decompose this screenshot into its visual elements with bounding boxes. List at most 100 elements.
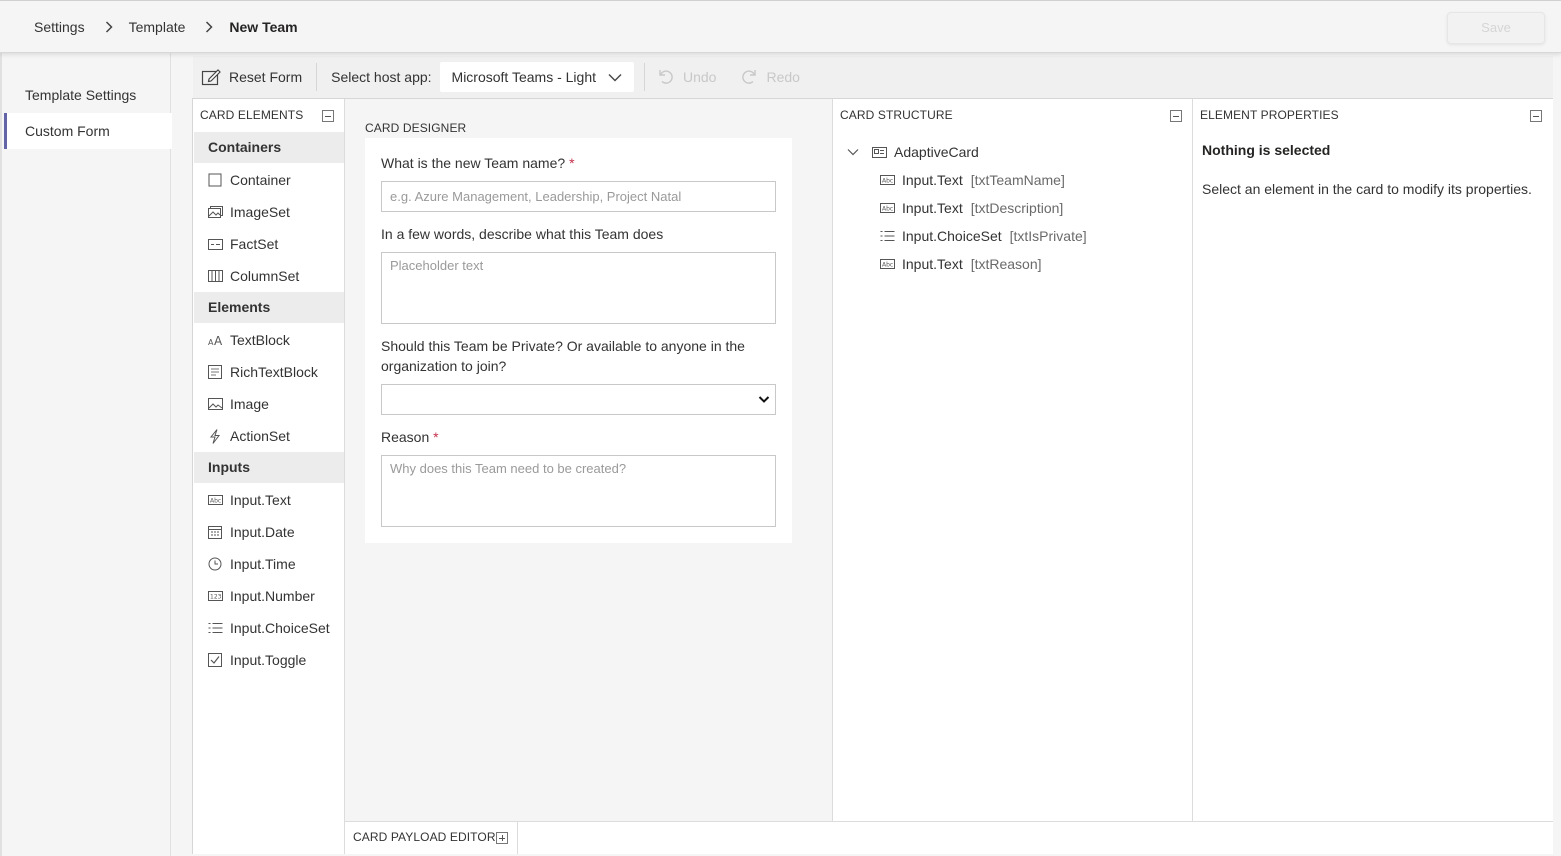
collapse-icon[interactable]: [1530, 110, 1542, 122]
tree-node-type: Input.Text: [902, 172, 963, 188]
palette-item-input-text[interactable]: Abc Input.Text: [207, 485, 291, 515]
chevron-down-icon: [758, 396, 770, 403]
tree-node[interactable]: Input.ChoiceSet [txtIsPrivate]: [879, 225, 1087, 247]
lightning-icon: [207, 428, 223, 444]
redo-button[interactable]: Redo: [728, 68, 811, 86]
palette-label: Input.Number: [230, 588, 315, 604]
palette-item-columnset[interactable]: ColumnSet: [207, 261, 299, 291]
palette-item-input-number[interactable]: 123 Input.Number: [207, 581, 315, 611]
undo-button[interactable]: Undo: [645, 68, 728, 86]
redo-label: Redo: [766, 69, 800, 85]
breadcrumb: Settings Template New Team: [34, 19, 298, 35]
description-textarea[interactable]: Placeholder text: [381, 252, 776, 324]
team-name-input[interactable]: e.g. Azure Management, Leadership, Proje…: [381, 181, 776, 212]
required-marker: *: [433, 429, 439, 445]
nav-item-template-settings[interactable]: Template Settings: [4, 77, 172, 113]
tree-node-id: [txtDescription]: [970, 200, 1064, 216]
palette-item-input-choiceset[interactable]: Input.ChoiceSet: [207, 613, 330, 643]
chevron-down-icon: [847, 149, 859, 156]
palette-item-input-toggle[interactable]: Input.Toggle: [207, 645, 306, 675]
breadcrumb-current: New Team: [229, 19, 298, 35]
edit-form-icon: [201, 69, 221, 86]
columnset-icon: [207, 268, 223, 284]
team-name-label: What is the new Team name? *: [381, 153, 575, 173]
save-button[interactable]: Save: [1447, 12, 1545, 44]
breadcrumb-template[interactable]: Template: [129, 19, 186, 35]
payload-editor-title: CARD PAYLOAD EDITOR: [353, 830, 496, 844]
palette-label: Input.ChoiceSet: [230, 620, 330, 636]
adaptivecard-icon: [871, 144, 887, 160]
host-app-select[interactable]: Microsoft Teams - Light: [439, 62, 634, 92]
tree-node[interactable]: Abc Input.Text [txtDescription]: [879, 197, 1063, 219]
palette-item-factset[interactable]: FactSet: [207, 229, 278, 259]
adaptive-card-preview: What is the new Team name? * e.g. Azure …: [365, 138, 792, 543]
palette-label: FactSet: [230, 236, 279, 252]
description-placeholder: Placeholder text: [390, 258, 484, 273]
palette-item-textblock[interactable]: AA TextBlock: [207, 325, 290, 355]
properties-hint: Select an element in the card to modify …: [1202, 181, 1532, 197]
svg-text:Abc: Abc: [882, 178, 893, 185]
breadcrumb-settings[interactable]: Settings: [34, 19, 85, 35]
group-elements: Elements: [194, 292, 344, 323]
reset-form-button[interactable]: Reset Form: [193, 56, 316, 98]
richtextblock-icon: [207, 364, 223, 380]
nav-item-custom-form[interactable]: Custom Form: [4, 113, 172, 149]
reason-placeholder: Why does this Team need to be created?: [390, 461, 627, 476]
collapse-icon[interactable]: [322, 110, 334, 122]
palette-label: ActionSet: [230, 428, 290, 444]
tree-node[interactable]: Abc Input.Text [txtReason]: [879, 253, 1042, 275]
tree-node-id: [txtTeamName]: [970, 172, 1065, 188]
input-number-icon: 123: [207, 588, 223, 604]
palette-item-richtextblock[interactable]: RichTextBlock: [207, 357, 318, 387]
card-elements-panel: CARD ELEMENTS Containers Container Image…: [193, 99, 345, 854]
palette-item-input-date[interactable]: Input.Date: [207, 517, 295, 547]
card-structure-panel: CARD STRUCTURE AdaptiveCard Abc Input.Te…: [833, 99, 1193, 821]
palette-item-imageset[interactable]: ImageSet: [207, 197, 290, 227]
palette-item-container[interactable]: Container: [207, 165, 291, 195]
tree-node[interactable]: Abc Input.Text [txtTeamName]: [879, 169, 1065, 191]
input-text-icon: Abc: [879, 200, 895, 216]
factset-icon: [207, 236, 223, 252]
team-name-label-text: What is the new Team name?: [381, 155, 566, 171]
tree-root-label: AdaptiveCard: [894, 144, 979, 160]
tree-root-adaptivecard[interactable]: AdaptiveCard: [847, 141, 979, 163]
checkbox-icon: [207, 652, 223, 668]
palette-label: Input.Time: [230, 556, 296, 572]
container-icon: [207, 172, 223, 188]
payload-editor-tab[interactable]: CARD PAYLOAD EDITOR: [345, 822, 518, 854]
input-text-icon: Abc: [879, 172, 895, 188]
host-app-label: Select host app:: [331, 69, 432, 85]
expand-icon[interactable]: [496, 832, 508, 844]
group-containers: Containers: [194, 132, 344, 163]
card-elements-title: CARD ELEMENTS: [200, 108, 304, 122]
designer-toolbar: Reset Form Select host app: Microsoft Te…: [193, 56, 1553, 98]
palette-label: RichTextBlock: [230, 364, 318, 380]
list-icon: [207, 620, 223, 636]
palette-label: Image: [230, 396, 269, 412]
chevron-down-icon: [608, 73, 622, 81]
private-choice-select[interactable]: [381, 384, 776, 415]
palette-label: Input.Toggle: [230, 652, 307, 668]
chevron-right-icon: [97, 21, 121, 33]
reset-form-label: Reset Form: [229, 69, 303, 85]
tree-node-id: [txtReason]: [970, 256, 1042, 272]
tree-node-type: Input.ChoiceSet: [902, 228, 1002, 244]
left-navigation: Template Settings Custom Form: [0, 53, 172, 856]
undo-label: Undo: [683, 69, 717, 85]
image-icon: [207, 396, 223, 412]
private-label-line1: Should this Team be Private? Or availabl…: [381, 338, 745, 354]
palette-item-actionset[interactable]: ActionSet: [207, 421, 290, 451]
reason-label: Reason *: [381, 427, 439, 447]
calendar-icon: [207, 524, 223, 540]
palette-label: ImageSet: [230, 204, 290, 220]
element-properties-panel: ELEMENT PROPERTIES Nothing is selected S…: [1193, 99, 1553, 821]
palette-label: Input.Date: [230, 524, 295, 540]
palette-item-input-time[interactable]: Input.Time: [207, 549, 296, 579]
list-icon: [879, 228, 895, 244]
palette-item-image[interactable]: Image: [207, 389, 269, 419]
palette-label: TextBlock: [230, 332, 290, 348]
collapse-icon[interactable]: [1170, 110, 1182, 122]
reason-textarea[interactable]: Why does this Team need to be created?: [381, 455, 776, 527]
chevron-right-icon: [197, 21, 221, 33]
svg-text:Abc: Abc: [882, 262, 893, 269]
